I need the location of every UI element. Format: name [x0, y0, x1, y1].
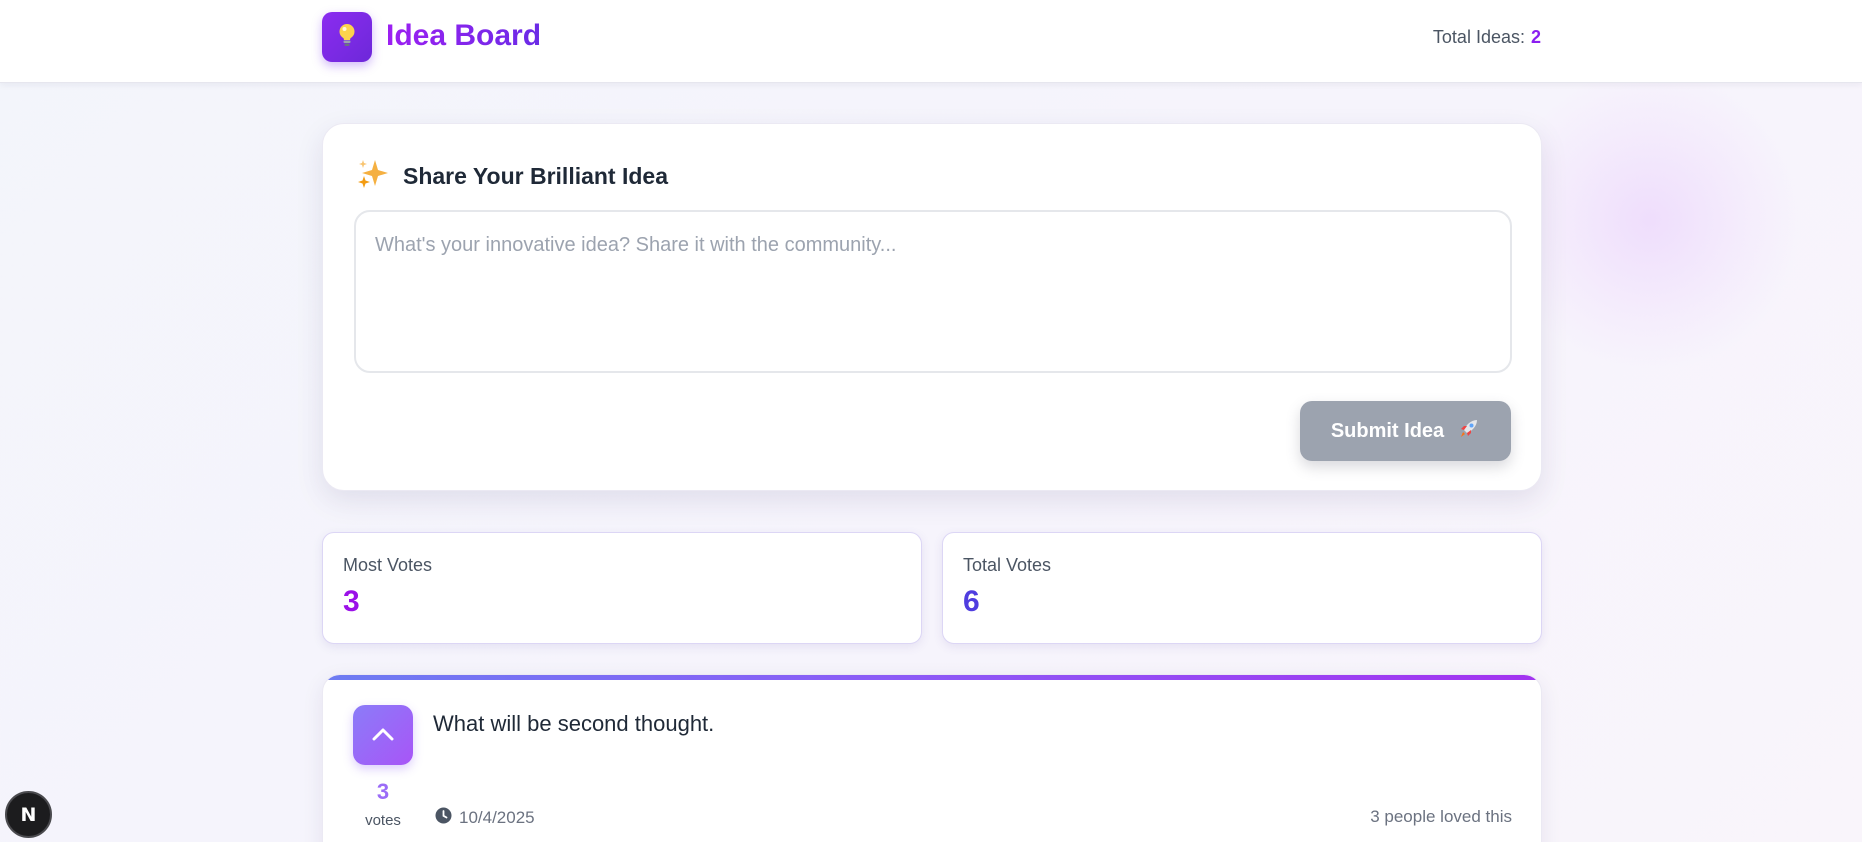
composer-header: Share Your Brilliant Idea — [357, 158, 668, 195]
nextjs-logo-icon[interactable]: N — [5, 791, 52, 838]
background-glow — [1500, 70, 1800, 370]
most-votes-value: 3 — [343, 585, 360, 618]
submit-idea-button[interactable]: Submit Idea — [1300, 401, 1511, 461]
submit-idea-label: Submit Idea — [1330, 419, 1445, 442]
total-votes-label: Total Votes — [963, 555, 1052, 575]
app-title: Idea Board — [386, 19, 542, 52]
logo — [322, 12, 372, 62]
dev-badge-label: N — [20, 803, 37, 826]
most-votes-stat: Most Votes 3 — [322, 532, 922, 644]
total-ideas-count: 2 — [1530, 27, 1541, 47]
vote-count: 3 — [376, 779, 390, 804]
upvote-button[interactable] — [353, 705, 413, 765]
total-votes-stat: Total Votes 6 — [942, 532, 1542, 644]
idea-composer: Share Your Brilliant Idea Submit Idea — [322, 123, 1542, 491]
most-votes-label: Most Votes — [343, 555, 433, 575]
idea-loved-count: 3 people loved this — [1370, 807, 1512, 826]
top-header: Idea Board Total Ideas: 2 — [0, 0, 1862, 83]
lightbulb-icon — [336, 22, 358, 53]
total-ideas: Total Ideas: 2 — [1433, 26, 1541, 48]
clock-icon — [435, 807, 452, 829]
idea-date-text: 10/4/2025 — [459, 808, 535, 827]
idea-date: 10/4/2025 — [435, 807, 535, 829]
chevron-up-icon — [371, 726, 395, 745]
rocket-icon — [1458, 417, 1480, 445]
idea-text: What will be second thought. — [433, 711, 715, 736]
composer-title: Share Your Brilliant Idea — [403, 163, 669, 189]
sparkles-icon — [357, 158, 389, 195]
total-ideas-label: Total Ideas: — [1432, 27, 1525, 47]
total-votes-value: 6 — [963, 585, 980, 618]
idea-input[interactable] — [354, 210, 1512, 373]
vote-label: votes — [365, 812, 401, 829]
idea-card-accent-bar — [323, 675, 1541, 680]
idea-card: 3 votes What will be second thought. 10/… — [322, 674, 1542, 842]
